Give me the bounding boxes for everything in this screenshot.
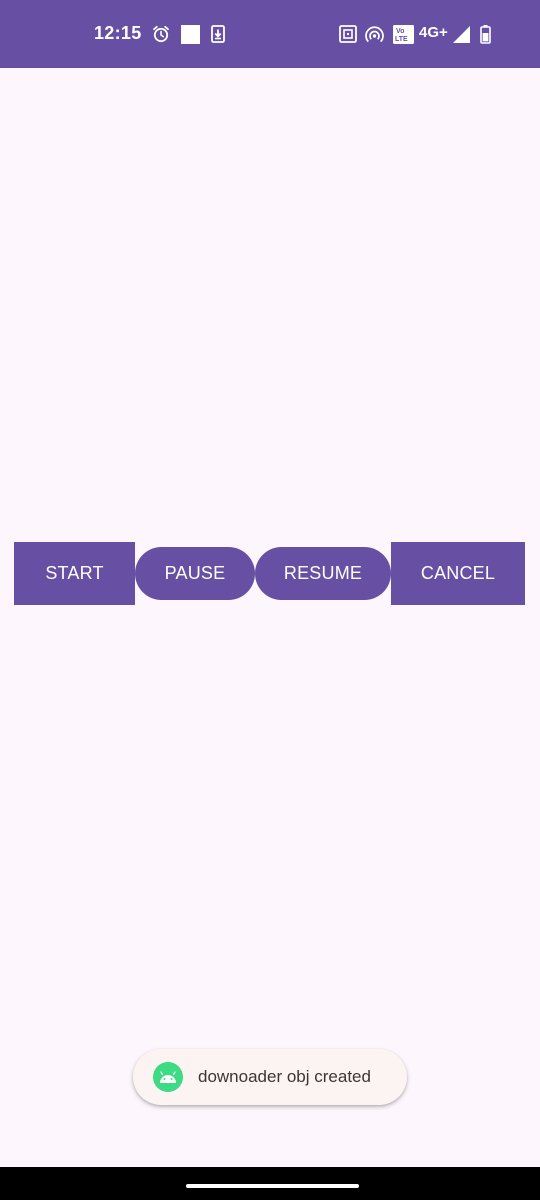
volte-icon: Vo LTE bbox=[392, 24, 414, 44]
svg-text:Vo: Vo bbox=[396, 28, 404, 35]
resume-button[interactable]: RESUME bbox=[255, 547, 391, 600]
toast-message: downoader obj created bbox=[133, 1049, 407, 1105]
navigation-bar bbox=[0, 1167, 540, 1200]
toast-text: downoader obj created bbox=[198, 1067, 371, 1086]
home-gesture-handle[interactable] bbox=[186, 1184, 359, 1188]
nfc-icon bbox=[338, 24, 357, 44]
status-bar: 12:15 Vo LTE 4G+ bbox=[0, 0, 540, 68]
pause-button[interactable]: PAUSE bbox=[135, 547, 255, 600]
white-square-notification-icon bbox=[180, 24, 200, 44]
status-time: 12:15 bbox=[94, 23, 142, 43]
network-type-label: 4G+ bbox=[419, 24, 448, 41]
signal-icon bbox=[452, 24, 470, 44]
start-button[interactable]: START bbox=[14, 542, 135, 605]
svg-text:LTE: LTE bbox=[395, 36, 408, 43]
android-icon bbox=[153, 1062, 183, 1092]
app-screen: 12:15 Vo LTE 4G+ START PAUSE RESUME CANC… bbox=[0, 0, 540, 1200]
hotspot-icon bbox=[364, 24, 384, 44]
alarm-icon bbox=[151, 24, 171, 44]
battery-icon bbox=[478, 24, 492, 44]
cancel-button[interactable]: CANCEL bbox=[391, 542, 525, 605]
download-notification-icon bbox=[210, 24, 226, 44]
